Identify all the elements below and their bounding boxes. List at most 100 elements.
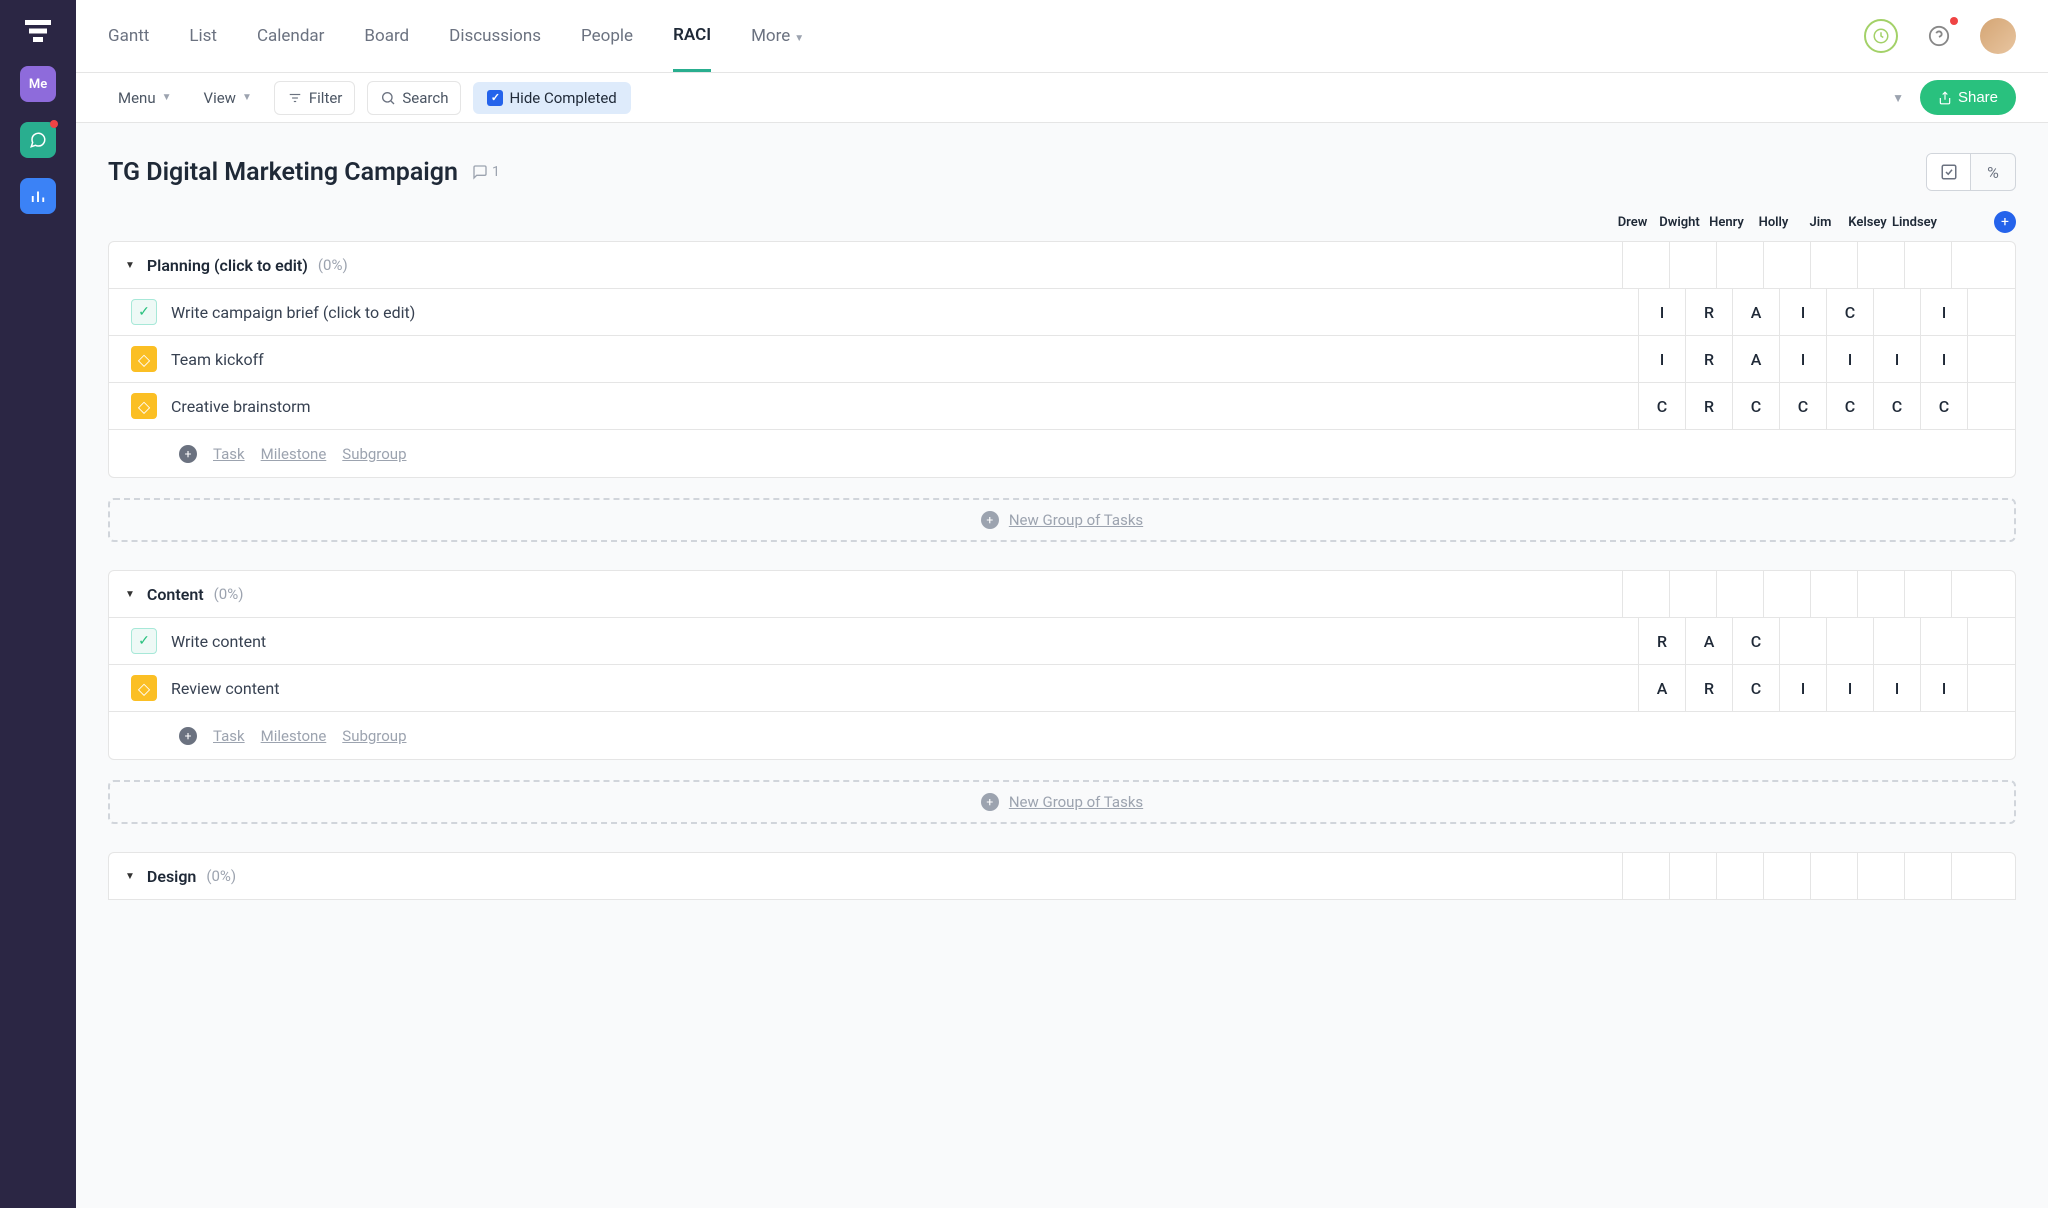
- search-button[interactable]: Search: [367, 81, 461, 115]
- view-dropdown[interactable]: View▼: [194, 83, 262, 113]
- raci-cell[interactable]: I: [1779, 336, 1826, 383]
- raci-cell[interactable]: C: [1826, 289, 1873, 336]
- raci-cell[interactable]: C: [1873, 383, 1920, 430]
- raci-cell[interactable]: [1920, 618, 1967, 665]
- share-button[interactable]: Share: [1920, 80, 2016, 115]
- collapse-caret-icon[interactable]: ▼: [125, 589, 135, 600]
- raci-cell[interactable]: R: [1685, 665, 1732, 712]
- raci-cell[interactable]: A: [1732, 289, 1779, 336]
- raci-cell[interactable]: I: [1779, 289, 1826, 336]
- raci-cell[interactable]: I: [1826, 336, 1873, 383]
- raci-cell[interactable]: R: [1685, 383, 1732, 430]
- person-header[interactable]: Lindsey: [1891, 215, 1938, 230]
- toggle-percent[interactable]: %: [1971, 154, 2015, 190]
- milestone-icon[interactable]: [131, 393, 157, 419]
- task-name[interactable]: Review content: [171, 679, 279, 698]
- add-milestone-link[interactable]: Milestone: [261, 727, 327, 745]
- raci-cell[interactable]: I: [1920, 336, 1967, 383]
- task-row[interactable]: Write campaign brief (click to edit) IRA…: [108, 289, 2016, 336]
- raci-cell[interactable]: C: [1732, 383, 1779, 430]
- add-person-button[interactable]: +: [1994, 211, 2016, 233]
- add-task-link[interactable]: Task: [213, 445, 245, 463]
- raci-cell[interactable]: C: [1732, 618, 1779, 665]
- tab-people[interactable]: People: [581, 2, 633, 70]
- group-title[interactable]: Design: [147, 867, 196, 886]
- app-logo-icon[interactable]: [25, 20, 51, 46]
- person-header[interactable]: Drew: [1609, 215, 1656, 230]
- tab-calendar[interactable]: Calendar: [257, 2, 324, 70]
- new-group-button[interactable]: + New Group of Tasks: [108, 498, 2016, 542]
- task-name[interactable]: Write campaign brief (click to edit): [171, 303, 415, 322]
- task-name[interactable]: Team kickoff: [171, 350, 264, 369]
- raci-cell[interactable]: I: [1920, 665, 1967, 712]
- me-button[interactable]: Me: [20, 66, 56, 102]
- person-header[interactable]: Henry: [1703, 215, 1750, 230]
- raci-cell[interactable]: I: [1873, 336, 1920, 383]
- raci-cell[interactable]: [1873, 618, 1920, 665]
- group-title[interactable]: Planning (click to edit): [147, 256, 308, 275]
- milestone-icon[interactable]: [131, 346, 157, 372]
- raci-cell[interactable]: C: [1779, 383, 1826, 430]
- raci-cell[interactable]: I: [1638, 336, 1685, 383]
- toggle-checklist[interactable]: [1927, 154, 1971, 190]
- raci-cell[interactable]: C: [1732, 665, 1779, 712]
- person-header[interactable]: Jim: [1797, 215, 1844, 230]
- raci-cell[interactable]: [1873, 289, 1920, 336]
- group-header[interactable]: ▼ Content (0%): [108, 570, 2016, 618]
- group-header[interactable]: ▼ Planning (click to edit) (0%): [108, 241, 2016, 289]
- raci-cell[interactable]: R: [1685, 336, 1732, 383]
- raci-cell[interactable]: C: [1920, 383, 1967, 430]
- analytics-button[interactable]: [20, 178, 56, 214]
- raci-cell[interactable]: R: [1685, 289, 1732, 336]
- collapse-caret-icon[interactable]: ▼: [125, 871, 135, 882]
- milestone-icon[interactable]: [131, 675, 157, 701]
- group-header[interactable]: ▼ Design (0%): [108, 852, 2016, 900]
- task-name[interactable]: Write content: [171, 632, 266, 651]
- new-group-button[interactable]: + New Group of Tasks: [108, 780, 2016, 824]
- add-task-link[interactable]: Task: [213, 727, 245, 745]
- add-subgroup-link[interactable]: Subgroup: [342, 727, 406, 745]
- help-icon[interactable]: [1922, 19, 1956, 53]
- raci-cell[interactable]: I: [1826, 665, 1873, 712]
- raci-cell[interactable]: I: [1638, 289, 1685, 336]
- add-milestone-link[interactable]: Milestone: [261, 445, 327, 463]
- page-title[interactable]: TG Digital Marketing Campaign: [108, 158, 458, 187]
- raci-cell[interactable]: I: [1779, 665, 1826, 712]
- comment-count[interactable]: 1: [472, 164, 500, 180]
- group-title[interactable]: Content: [147, 585, 204, 604]
- task-row[interactable]: Write content RAC: [108, 618, 2016, 665]
- raci-cell[interactable]: C: [1826, 383, 1873, 430]
- clock-icon[interactable]: [1864, 19, 1898, 53]
- collapse-caret-icon[interactable]: ▼: [125, 260, 135, 271]
- tab-more[interactable]: More▼: [751, 2, 804, 70]
- person-header[interactable]: Holly: [1750, 215, 1797, 230]
- person-header[interactable]: Kelsey: [1844, 215, 1891, 230]
- task-row[interactable]: Review content ARCIIII: [108, 665, 2016, 712]
- task-name[interactable]: Creative brainstorm: [171, 397, 311, 416]
- chat-button[interactable]: [20, 122, 56, 158]
- menu-dropdown[interactable]: Menu▼: [108, 83, 182, 113]
- tab-board[interactable]: Board: [364, 2, 409, 70]
- tab-raci[interactable]: RACI: [673, 1, 711, 72]
- add-subgroup-link[interactable]: Subgroup: [342, 445, 406, 463]
- raci-cell[interactable]: A: [1638, 665, 1685, 712]
- raci-cell[interactable]: I: [1873, 665, 1920, 712]
- more-options-caret[interactable]: ▼: [1892, 91, 1904, 105]
- raci-cell[interactable]: A: [1685, 618, 1732, 665]
- raci-cell[interactable]: R: [1638, 618, 1685, 665]
- person-header[interactable]: Dwight: [1656, 215, 1703, 230]
- tab-gantt[interactable]: Gantt: [108, 2, 149, 70]
- raci-cell[interactable]: [1779, 618, 1826, 665]
- tab-discussions[interactable]: Discussions: [449, 2, 541, 70]
- task-row[interactable]: Team kickoff IRAIIII: [108, 336, 2016, 383]
- task-row[interactable]: Creative brainstorm CRCCCCC: [108, 383, 2016, 430]
- task-check-icon[interactable]: [131, 628, 157, 654]
- user-avatar[interactable]: [1980, 18, 2016, 54]
- tab-list[interactable]: List: [189, 2, 217, 70]
- plus-icon[interactable]: +: [179, 445, 197, 463]
- task-check-icon[interactable]: [131, 299, 157, 325]
- raci-cell[interactable]: C: [1638, 383, 1685, 430]
- hide-completed-toggle[interactable]: Hide Completed: [473, 82, 630, 114]
- raci-cell[interactable]: [1826, 618, 1873, 665]
- filter-button[interactable]: Filter: [274, 81, 356, 115]
